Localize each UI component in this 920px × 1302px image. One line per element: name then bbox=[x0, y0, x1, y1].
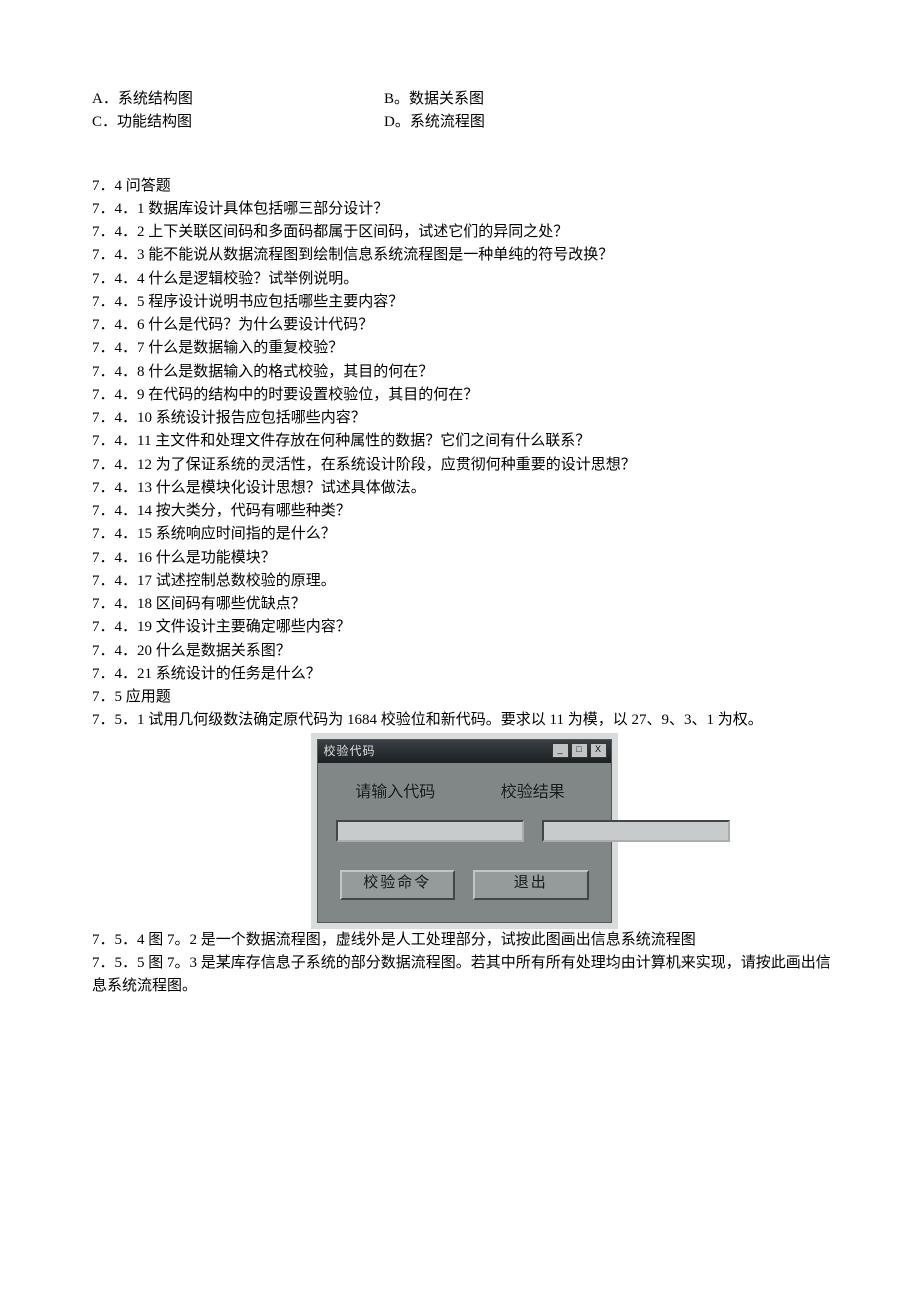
window-buttons: _ □ X bbox=[552, 743, 607, 758]
mc-letter: D。 bbox=[384, 114, 410, 130]
exit-button[interactable]: 退出 bbox=[473, 870, 589, 900]
question-item: 7．4．20 什么是数据关系图？ bbox=[92, 640, 836, 663]
mc-option-c: C．功能结构图 bbox=[92, 111, 384, 134]
verify-button[interactable]: 校验命令 bbox=[340, 870, 456, 900]
mc-option-b: B。数据关系图 bbox=[384, 88, 484, 111]
question-item: 7．4．13 什么是模块化设计思想？试述具体做法。 bbox=[92, 477, 836, 500]
result-output[interactable] bbox=[542, 820, 730, 842]
question-item: 7．4．2 上下关联区间码和多面码都属于区间码，试述它们的异同之处？ bbox=[92, 221, 836, 244]
document-page: A．系统结构图 B。数据关系图 C．功能结构图 D。系统流程图 7．4 问答题 … bbox=[0, 0, 920, 1302]
apply-item: 7．5．5 图 7。3 是某库存信息子系统的部分数据流程图。若其中所有所有处理均… bbox=[92, 952, 836, 999]
question-item: 7．4．10 系统设计报告应包括哪些内容？ bbox=[92, 407, 836, 430]
mc-text: 功能结构图 bbox=[117, 114, 192, 130]
mc-option-a: A．系统结构图 bbox=[92, 88, 384, 111]
question-item: 7．4．5 程序设计说明书应包括哪些主要内容？ bbox=[92, 291, 836, 314]
question-item: 7．4．8 什么是数据输入的格式校验，其目的何在？ bbox=[92, 361, 836, 384]
minimize-icon[interactable]: _ bbox=[552, 743, 569, 758]
section-header-7-4: 7．4 问答题 bbox=[92, 175, 836, 198]
client-area: 请输入代码 校验结果 校验命令 退出 bbox=[318, 763, 611, 922]
question-item: 7．4．6 什么是代码？为什么要设计代码？ bbox=[92, 314, 836, 337]
question-item: 7．4．7 什么是数据输入的重复校验？ bbox=[92, 337, 836, 360]
mc-text: 数据关系图 bbox=[409, 91, 484, 107]
question-item: 7．4．21 系统设计的任务是什么？ bbox=[92, 663, 836, 686]
result-label: 校验结果 bbox=[473, 781, 593, 806]
question-item: 7．4．17 试述控制总数校验的原理。 bbox=[92, 570, 836, 593]
mc-row-cd: C．功能结构图 D。系统流程图 bbox=[92, 111, 836, 134]
question-item: 7．4．19 文件设计主要确定哪些内容？ bbox=[92, 616, 836, 639]
mc-letter: A． bbox=[92, 91, 118, 107]
apply-item: 7．5．4 图 7。2 是一个数据流程图，虚线外是人工处理部分，试按此图画出信息… bbox=[92, 929, 836, 952]
close-icon[interactable]: X bbox=[590, 743, 607, 758]
mc-letter: B。 bbox=[384, 91, 409, 107]
window-title: 校验代码 bbox=[324, 742, 376, 761]
title-bar[interactable]: 校验代码 _ □ X bbox=[318, 740, 611, 764]
question-item: 7．4．11 主文件和处理文件存放在何种属性的数据？它们之间有什么联系？ bbox=[92, 430, 836, 453]
section-header-7-5: 7．5 应用题 bbox=[92, 686, 836, 709]
mc-letter: C． bbox=[92, 114, 117, 130]
question-item: 7．4．1 数据库设计具体包括哪三部分设计？ bbox=[92, 198, 836, 221]
apply-item: 7．5．1 试用几何级数法确定原代码为 1684 校验位和新代码。要求以 11 … bbox=[92, 709, 836, 732]
maximize-icon[interactable]: □ bbox=[571, 743, 588, 758]
question-item: 7．4．14 按大类分，代码有哪些种类？ bbox=[92, 500, 836, 523]
question-item: 7．4．15 系统响应时间指的是什么？ bbox=[92, 523, 836, 546]
question-item: 7．4．18 区间码有哪些优缺点？ bbox=[92, 593, 836, 616]
app-window: 校验代码 _ □ X 请输入代码 校验结果 校验命令 退出 bbox=[317, 739, 612, 923]
mc-text: 系统结构图 bbox=[118, 91, 193, 107]
mc-option-d: D。系统流程图 bbox=[384, 111, 485, 134]
mc-row-ab: A．系统结构图 B。数据关系图 bbox=[92, 88, 836, 111]
question-item: 7．4．4 什么是逻辑校验？试举例说明。 bbox=[92, 268, 836, 291]
question-item: 7．4．12 为了保证系统的灵活性，在系统设计阶段，应贯彻何种重要的设计思想？ bbox=[92, 454, 836, 477]
question-item: 7．4．3 能不能说从数据流程图到绘制信息系统流程图是一种单纯的符号改换？ bbox=[92, 244, 836, 267]
question-item: 7．4．9 在代码的结构中的时要设置校验位，其目的何在？ bbox=[92, 384, 836, 407]
input-label: 请输入代码 bbox=[336, 781, 456, 806]
question-item: 7．4．16 什么是功能模块？ bbox=[92, 547, 836, 570]
code-input[interactable] bbox=[336, 820, 524, 842]
embedded-screenshot: 校验代码 _ □ X 请输入代码 校验结果 校验命令 退出 bbox=[92, 739, 836, 923]
mc-text: 系统流程图 bbox=[410, 114, 485, 130]
